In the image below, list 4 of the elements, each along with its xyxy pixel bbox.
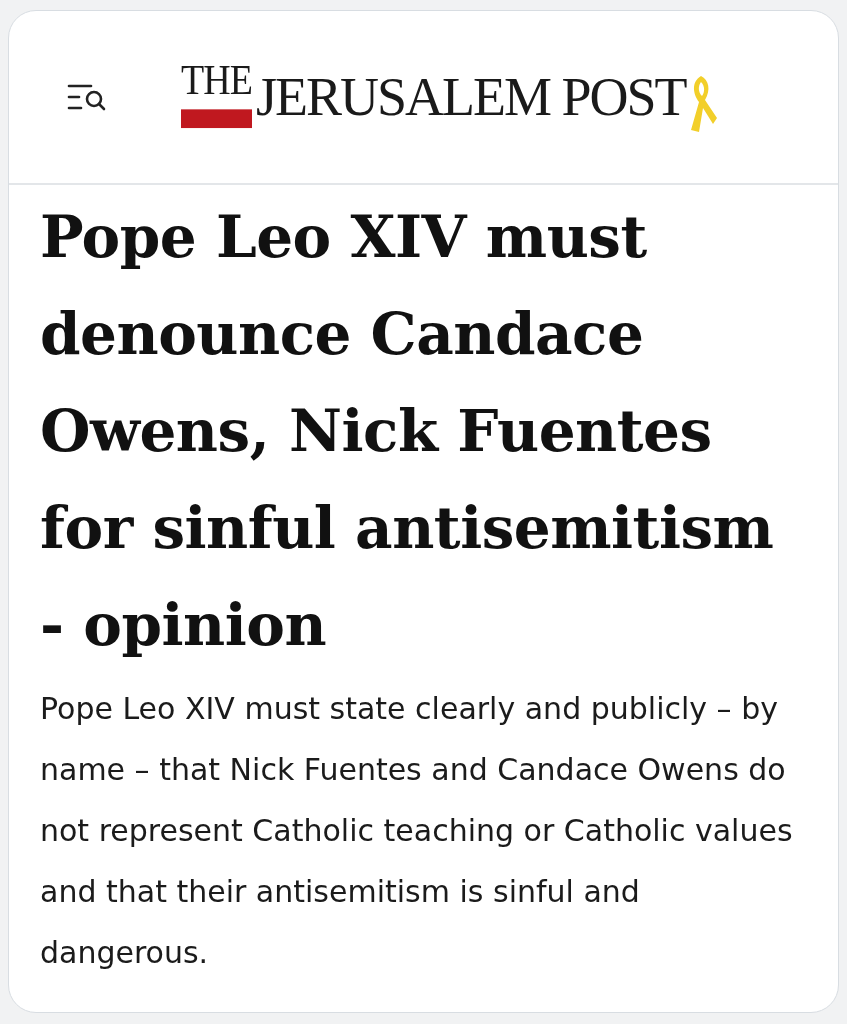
- logo-prefix: THE: [181, 60, 252, 129]
- logo-wordmark: JERUSALEM POST: [255, 66, 686, 129]
- article-summary: Pope Leo XIV must state clearly and publicly – by name – that Nick Fuentes and Candace Owens do not represent Catholic teaching or Catholic values and that their antisemitism is sinful and dangerous.: [40, 690, 794, 972]
- headline: Pope Leo XIV must denounce Candace Owens, Nick Fuentes for sinful antisemitism - opinion: [40, 202, 775, 661]
